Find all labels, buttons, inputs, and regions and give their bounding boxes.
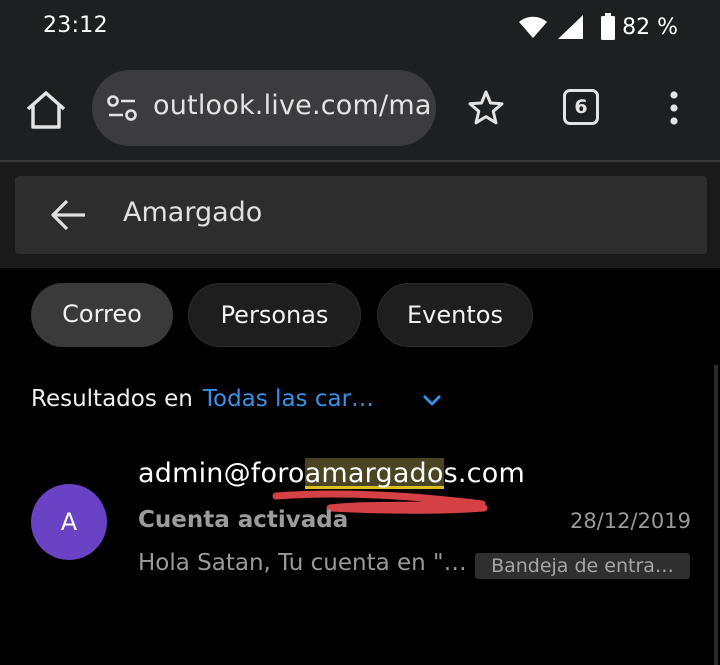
chip-eventos[interactable]: Eventos (377, 283, 533, 347)
mail-list-item[interactable]: A admin@foroamargados.com Cuenta activad… (0, 446, 720, 596)
battery-percentage: 82 % (622, 14, 678, 40)
home-icon (26, 91, 66, 129)
search-box[interactable]: Amargado (15, 176, 707, 254)
avatar: A (31, 484, 107, 560)
sender-address: admin@foroamargados.com (138, 458, 525, 489)
results-scope: Resultados en Todas las car… (31, 386, 441, 420)
battery-icon (601, 13, 616, 40)
mail-date: 28/12/2019 (569, 509, 691, 533)
search-highlight: amargado (304, 458, 444, 489)
address-bar[interactable]: outlook.live.com/ma (92, 70, 436, 146)
chevron-down-icon[interactable] (421, 392, 443, 408)
mail-subject: Cuenta activada (138, 507, 349, 533)
status-time: 23:12 (43, 13, 108, 38)
bookmark-button[interactable] (467, 89, 505, 127)
status-icons: 82 % (518, 12, 678, 42)
more-vertical-icon (670, 91, 678, 125)
home-button[interactable] (24, 90, 68, 130)
results-folder-dropdown[interactable]: Todas las car… (203, 386, 374, 412)
folder-badge: Bandeja de entra… (475, 553, 690, 579)
url-text[interactable]: outlook.live.com/ma (153, 90, 432, 121)
more-options-button[interactable] (664, 90, 684, 126)
mail-preview: Hola Satan, Tu cuenta en "… (138, 550, 467, 576)
browser-toolbar: outlook.live.com/ma 6 (0, 56, 720, 161)
results-label: Resultados en (31, 386, 193, 412)
sender-suffix: s.com (443, 458, 525, 489)
scrollbar[interactable] (714, 365, 718, 665)
site-settings-icon[interactable] (106, 94, 138, 122)
signal-icon (558, 15, 584, 39)
star-icon (468, 90, 504, 125)
search-input[interactable]: Amargado (123, 197, 262, 228)
wifi-icon (519, 16, 548, 38)
search-header: Amargado (0, 162, 720, 268)
chip-correo[interactable]: Correo (31, 283, 173, 347)
tabs-icon[interactable]: 6 (563, 89, 599, 125)
sender-prefix: admin@foro (138, 458, 305, 489)
chip-personas[interactable]: Personas (188, 283, 361, 347)
status-bar: 23:12 82 % (0, 0, 720, 56)
arrow-left-icon[interactable] (49, 198, 87, 232)
filter-chips: Correo Personas Eventos (0, 283, 720, 347)
